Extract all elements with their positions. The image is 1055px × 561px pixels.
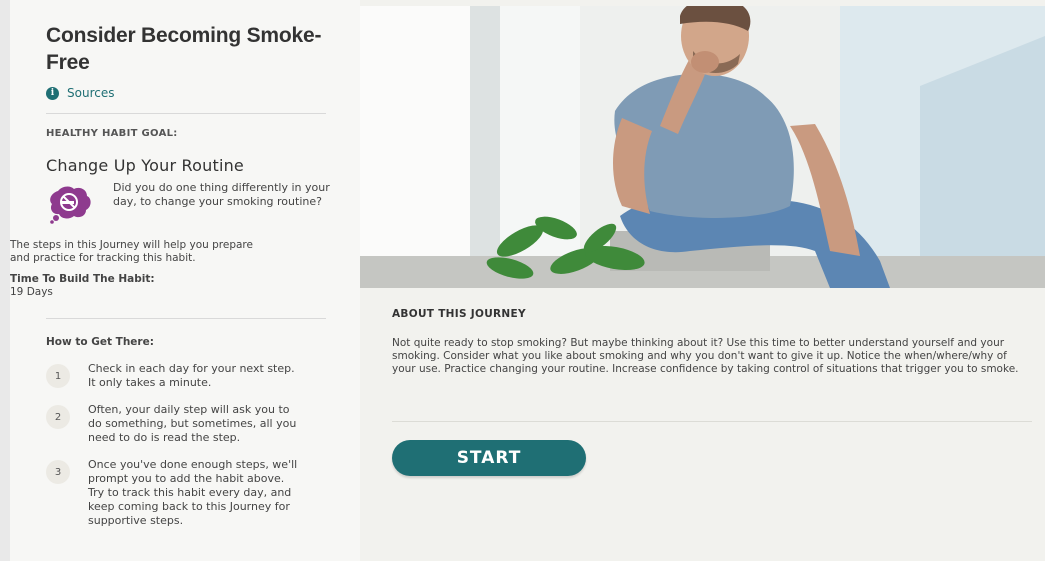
- about-label: ABOUT THIS JOURNEY: [392, 308, 526, 320]
- about-text: Not quite ready to stop smoking? But may…: [392, 337, 1019, 375]
- step-number: 1: [46, 364, 70, 388]
- steps-list: 1 Check in each day for your next step. …: [46, 362, 340, 528]
- step-text: Often, your daily step will ask you to d…: [88, 403, 297, 444]
- no-smoking-icon: [50, 186, 91, 224]
- goal-label: HEALTHY HABIT GOAL:: [46, 128, 178, 139]
- sidebar-divider: [46, 113, 326, 114]
- info-icon: i: [46, 86, 59, 100]
- sources-link[interactable]: i Sources: [46, 86, 340, 100]
- page-title: Consider Becoming Smoke-Free: [46, 24, 322, 74]
- left-edge: [0, 0, 10, 561]
- how-label: How to Get There:: [46, 336, 154, 348]
- hero-image: [360, 6, 1045, 288]
- about-section: ABOUT THIS JOURNEY Not quite ready to st…: [392, 308, 1032, 376]
- right-edge: [1045, 0, 1055, 561]
- start-button[interactable]: START: [392, 440, 586, 476]
- sources-label: Sources: [67, 86, 115, 100]
- goal-row: Did you do one thing differently in your…: [46, 181, 340, 225]
- step-text: Once you've done enough steps, we'll pro…: [88, 458, 298, 527]
- list-item: 3 Once you've done enough steps, we'll p…: [46, 458, 340, 528]
- step-number: 3: [46, 460, 70, 484]
- habit-info: The steps in this Journey will help you …: [10, 239, 310, 298]
- main-divider: [392, 421, 1032, 422]
- list-item: 1 Check in each day for your next step. …: [46, 362, 340, 390]
- sidebar-divider: [46, 318, 326, 319]
- step-number: 2: [46, 405, 70, 429]
- time-label: Time To Build The Habit:: [10, 273, 155, 285]
- step-text: Check in each day for your next step. It…: [88, 362, 295, 389]
- goal-question: Did you do one thing differently in your…: [113, 181, 330, 208]
- time-value: 19 Days: [10, 286, 53, 298]
- journey-description: The steps in this Journey will help you …: [10, 239, 253, 264]
- list-item: 2 Often, your daily step will ask you to…: [46, 403, 340, 445]
- journey-main: ABOUT THIS JOURNEY Not quite ready to st…: [360, 0, 1055, 561]
- goal-title: Change Up Your Routine: [46, 156, 244, 175]
- journey-sidebar: Consider Becoming Smoke-Free i Sources H…: [10, 0, 360, 561]
